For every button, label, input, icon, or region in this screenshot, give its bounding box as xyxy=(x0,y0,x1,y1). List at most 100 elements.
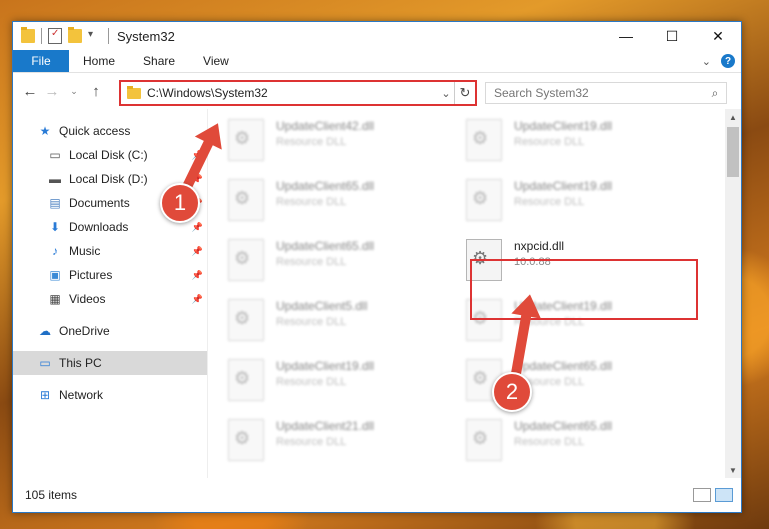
sidebar-item-label: Quick access xyxy=(59,124,131,138)
sidebar-item-pictures[interactable]: ▣ Pictures 📌 xyxy=(13,263,207,287)
tab-home[interactable]: Home xyxy=(69,50,129,72)
sidebar-item-label: Videos xyxy=(69,292,106,306)
vertical-scrollbar[interactable]: ▲ ▼ xyxy=(725,109,741,478)
new-folder-icon[interactable] xyxy=(68,27,82,43)
file-item[interactable]: UpdateClient5.dll Resource DLL xyxy=(228,289,466,349)
window-controls: — ☐ ✕ xyxy=(603,22,741,50)
dll-file-icon xyxy=(228,419,264,461)
properties-icon[interactable] xyxy=(48,28,62,44)
sidebar-item-this-pc[interactable]: ▭ This PC xyxy=(13,351,207,375)
item-count: 105 items xyxy=(25,488,78,502)
file-description: Resource DLL xyxy=(276,376,347,388)
expand-ribbon-icon[interactable]: ⌄ xyxy=(702,55,711,68)
search-input[interactable] xyxy=(486,85,704,101)
file-description: Resource DLL xyxy=(514,196,585,208)
close-button[interactable]: ✕ xyxy=(695,22,741,50)
help-icon[interactable]: ? xyxy=(721,54,735,68)
star-icon: ★ xyxy=(39,124,51,138)
sidebar-item-label: Documents xyxy=(69,196,130,210)
ribbon-tabs: File Home Share View ⌄ ? xyxy=(13,50,741,73)
tab-share[interactable]: Share xyxy=(129,50,189,72)
scroll-thumb[interactable] xyxy=(727,127,739,177)
refresh-button[interactable]: ↻ xyxy=(454,82,475,104)
folder-icon xyxy=(127,85,141,99)
forward-button[interactable]: → xyxy=(41,83,63,100)
recent-locations-icon[interactable]: ⌄ xyxy=(63,86,85,97)
folder-icon xyxy=(21,27,35,43)
main-content: ★ Quick access ▭ Local Disk (C:) 📌 ▬ Loc… xyxy=(13,109,741,478)
search-icon[interactable]: ⌕ xyxy=(704,86,726,101)
sidebar-item-label: Music xyxy=(69,244,101,258)
file-description: Resource DLL xyxy=(276,436,347,448)
back-button[interactable]: ← xyxy=(19,83,41,100)
file-explorer-window: ▾ System32 — ☐ ✕ File Home Share View ⌄ … xyxy=(12,21,742,513)
pictures-icon: ▣ xyxy=(49,268,61,282)
pin-icon: 📌 xyxy=(191,245,203,256)
sidebar-item-quick-access[interactable]: ★ Quick access xyxy=(13,119,207,143)
scroll-down-icon[interactable]: ▼ xyxy=(725,462,741,478)
dll-file-icon xyxy=(466,179,502,221)
file-item[interactable]: UpdateClient19.dll Resource DLL xyxy=(466,109,704,169)
dll-file-icon xyxy=(466,119,502,161)
computer-icon: ▭ xyxy=(39,356,51,370)
step2-badge: 2 xyxy=(492,372,532,412)
title-bar: ▾ System32 — ☐ ✕ xyxy=(13,22,741,50)
pin-icon: 📌 xyxy=(191,269,203,280)
dll-file-icon xyxy=(466,419,502,461)
file-description: Resource DLL xyxy=(514,436,585,448)
file-item[interactable]: UpdateClient65.dll Resource DLL xyxy=(466,409,704,469)
sidebar-item-local-disk-c[interactable]: ▭ Local Disk (C:) 📌 xyxy=(13,143,207,167)
divider xyxy=(108,28,109,44)
file-item[interactable]: UpdateClient19.dll Resource DLL xyxy=(228,349,466,409)
dll-file-icon xyxy=(228,299,264,341)
file-name: UpdateClient5.dll xyxy=(276,299,368,313)
file-name: UpdateClient19.dll xyxy=(514,119,613,133)
music-icon: ♪ xyxy=(52,244,58,258)
details-view-button[interactable] xyxy=(693,488,711,502)
step1-badge: 1 xyxy=(160,183,200,223)
file-item[interactable]: UpdateClient21.dll Resource DLL xyxy=(228,409,466,469)
address-path[interactable]: C:\Windows\System32 xyxy=(147,86,438,100)
sidebar-item-music[interactable]: ♪ Music 📌 xyxy=(13,239,207,263)
scroll-up-icon[interactable]: ▲ xyxy=(725,109,741,125)
sidebar-item-videos[interactable]: ▦ Videos 📌 xyxy=(13,287,207,311)
file-list: UpdateClient42.dllResource DLLUpdateClie… xyxy=(208,109,741,478)
tiles-view-button[interactable] xyxy=(715,488,733,502)
minimize-button[interactable]: — xyxy=(603,22,649,50)
drive-icon: ▬ xyxy=(49,172,61,186)
address-bar[interactable]: C:\Windows\System32 ⌄ ↻ xyxy=(119,80,477,106)
up-button[interactable]: ↑ xyxy=(85,83,107,100)
file-description: Resource DLL xyxy=(276,196,347,208)
pin-icon: 📌 xyxy=(191,221,203,232)
file-name: UpdateClient21.dll xyxy=(276,419,375,433)
quick-access-toolbar: ▾ xyxy=(13,27,109,44)
maximize-button[interactable]: ☐ xyxy=(649,22,695,50)
file-name: UpdateClient65.dll xyxy=(276,179,375,193)
sidebar-item-label: Pictures xyxy=(69,268,113,282)
file-item[interactable]: UpdateClient42.dll Resource DLL xyxy=(228,109,466,169)
sidebar-item-onedrive[interactable]: ☁ OneDrive xyxy=(13,319,207,343)
file-item[interactable]: UpdateClient65.dll Resource DLL xyxy=(228,169,466,229)
dll-file-icon xyxy=(228,119,264,161)
navigation-bar: ← → ⌄ ↑ C:\Windows\System32 ⌄ ↻ ⌕ xyxy=(13,73,741,109)
customize-toolbar-icon[interactable]: ▾ xyxy=(88,29,102,43)
sidebar-item-network[interactable]: ⊞ Network xyxy=(13,383,207,407)
file-description: Resource DLL xyxy=(514,136,585,148)
file-description: Resource DLL xyxy=(276,136,347,148)
chevron-down-icon[interactable]: ⌄ xyxy=(438,87,454,100)
file-item[interactable]: UpdateClient19.dll Resource DLL xyxy=(466,169,704,229)
sidebar-item-label: Local Disk (D:) xyxy=(69,172,148,186)
search-box[interactable]: ⌕ xyxy=(485,82,727,104)
tab-view[interactable]: View xyxy=(189,50,243,72)
pin-icon: 📌 xyxy=(191,293,203,304)
file-item[interactable]: UpdateClient65.dll Resource DLL xyxy=(228,229,466,289)
sidebar-item-label: Local Disk (C:) xyxy=(69,148,148,162)
file-highlight-box xyxy=(470,259,698,320)
sidebar-item-label: This PC xyxy=(59,356,102,370)
drive-icon: ▭ xyxy=(49,148,61,162)
tab-file[interactable]: File xyxy=(13,50,69,72)
file-name: UpdateClient42.dll xyxy=(276,119,375,133)
file-description: Resource DLL xyxy=(276,316,347,328)
status-bar: 105 items xyxy=(13,478,741,512)
dll-file-icon xyxy=(228,179,264,221)
